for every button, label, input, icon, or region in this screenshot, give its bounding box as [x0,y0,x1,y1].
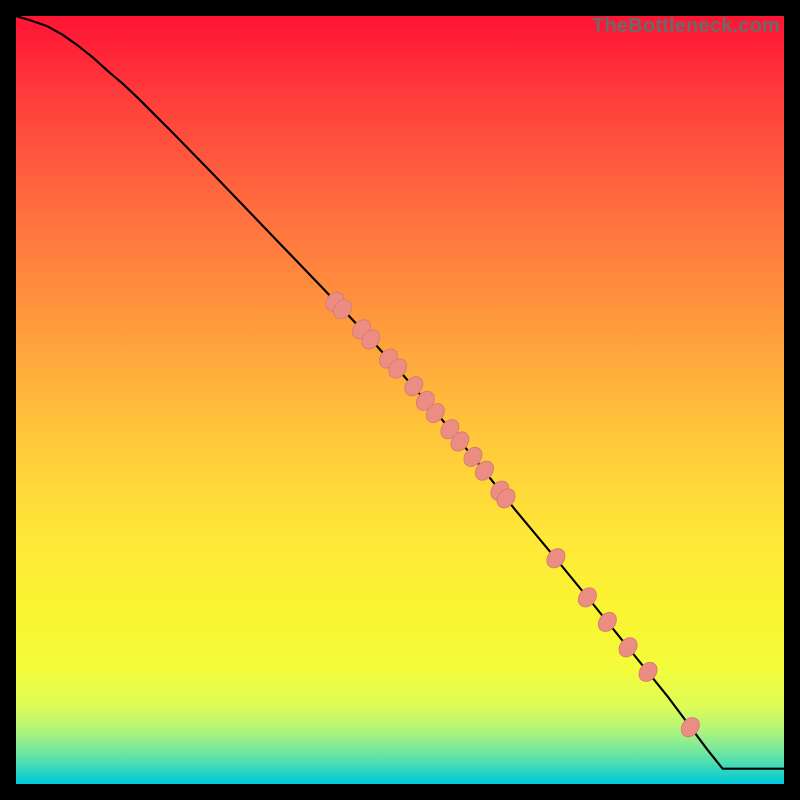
data-point [413,388,438,414]
data-point [437,416,462,442]
data-point [401,373,426,399]
data-point [460,444,485,470]
chart-stage: TheBottleneck.com [0,0,800,800]
data-point [615,634,640,660]
watermark-text: TheBottleneck.com [592,15,780,38]
data-point [376,345,401,371]
data-point [385,355,410,381]
data-point [358,326,383,352]
data-point [487,477,512,503]
data-point [423,400,448,426]
data-point [635,659,660,685]
data-point [575,584,600,610]
curve-line [16,16,784,769]
data-point [322,289,347,315]
plot-area: TheBottleneck.com [16,16,784,784]
data-point [472,458,497,484]
data-point [349,316,374,342]
data-point [493,485,518,511]
data-point [595,609,620,635]
data-point [330,296,355,322]
chart-overlay [16,16,784,784]
data-point [543,545,568,571]
data-point [447,428,472,454]
data-dots [322,289,703,741]
data-point [678,714,703,740]
